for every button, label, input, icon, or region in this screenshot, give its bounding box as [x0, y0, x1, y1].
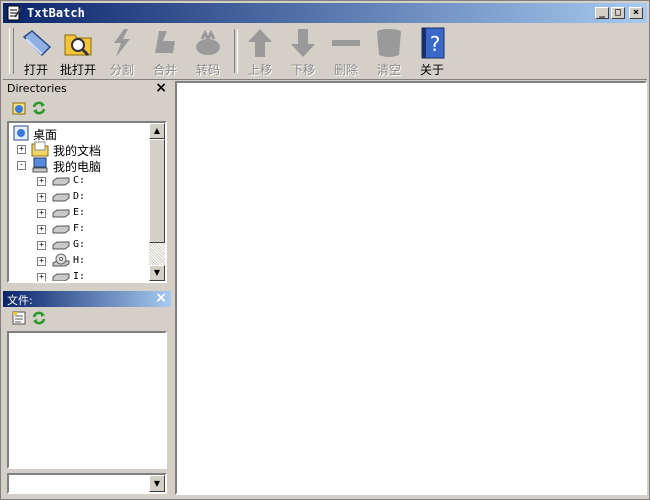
- hard-drive-icon: [52, 241, 70, 250]
- expand-icon[interactable]: +: [37, 225, 46, 234]
- tree-node-drive-d[interactable]: + D:: [11, 189, 151, 205]
- tree-label-drive-d: D:: [73, 191, 86, 202]
- tree-label-drive-e: E:: [73, 207, 86, 218]
- expand-icon[interactable]: +: [17, 145, 26, 154]
- merge-button[interactable]: 合并: [144, 25, 186, 77]
- maximize-button[interactable]: □: [611, 7, 625, 19]
- move-up-label: 上移: [247, 63, 272, 77]
- about-button[interactable]: ? 关于: [411, 25, 453, 77]
- hard-drive-icon: [52, 193, 70, 202]
- move-down-button[interactable]: 下移: [282, 25, 324, 77]
- tree-node-drive-g[interactable]: + G:: [11, 237, 151, 253]
- file-list[interactable]: [7, 331, 167, 469]
- tree-node-drive-i[interactable]: + I:: [11, 269, 151, 282]
- open-folder-icon: [22, 30, 52, 57]
- folder-icon: [31, 141, 49, 157]
- file-filter-combobox[interactable]: ▼: [7, 473, 167, 494]
- tree-node-my-computer[interactable]: - 我的电脑: [11, 157, 151, 174]
- files-toolbar: [3, 308, 171, 330]
- convert-icon: [196, 29, 220, 55]
- minimize-button[interactable]: _: [595, 7, 609, 19]
- expand-icon[interactable]: +: [37, 273, 46, 281]
- scroll-thumb[interactable]: [149, 139, 165, 243]
- tree-node-drive-h[interactable]: + H:: [11, 253, 151, 269]
- svg-text:?: ?: [430, 32, 441, 56]
- tree-label-drive-i: I:: [73, 271, 86, 282]
- tree-node-drive-c[interactable]: + C:: [11, 173, 151, 189]
- tree-label-drive-c: C:: [73, 175, 86, 186]
- split-button[interactable]: 分割: [101, 25, 143, 77]
- batch-open-icon: [64, 34, 92, 57]
- tree-label-drive-g: G:: [73, 239, 86, 250]
- clear-icon: [377, 29, 401, 57]
- expand-icon[interactable]: +: [37, 209, 46, 218]
- close-button[interactable]: ×: [629, 7, 643, 19]
- app-icon: [7, 5, 22, 21]
- expand-icon[interactable]: +: [37, 257, 46, 266]
- hard-drive-icon: [52, 225, 70, 234]
- tree-label-drive-h: H:: [73, 255, 86, 266]
- delete-button[interactable]: 删除: [325, 25, 367, 77]
- open-label: 打开: [23, 63, 48, 77]
- open-button[interactable]: 打开: [15, 25, 57, 77]
- tree-node-my-documents[interactable]: + 我的文档: [11, 141, 151, 158]
- hard-drive-icon: [52, 177, 70, 186]
- merge-icon: [155, 31, 175, 53]
- convert-button[interactable]: 转码: [187, 25, 229, 77]
- tree-node-drive-f[interactable]: + F:: [11, 221, 151, 237]
- delete-label: 删除: [333, 63, 358, 77]
- refresh-icon[interactable]: [31, 310, 47, 326]
- tree-node-drive-e[interactable]: + E:: [11, 205, 151, 221]
- cd-drive-icon: [52, 253, 70, 267]
- split-label: 分割: [109, 63, 134, 77]
- main-toolbar: 打开 批打开 分割 合并 转码 上移 下移 删除 清空 ? 关于: [3, 25, 647, 80]
- scroll-up-button[interactable]: ▲: [149, 123, 165, 139]
- hard-drive-icon: [52, 273, 70, 281]
- app-window: TxtBatch _ □ × 打开 批打开 分割 合并 转码 上移 下移 删除 …: [0, 0, 650, 500]
- tree-scrollbar[interactable]: ▲ ▼: [149, 123, 165, 281]
- window-title: TxtBatch: [27, 6, 85, 20]
- expand-icon[interactable]: +: [37, 241, 46, 250]
- arrow-down-icon: [291, 29, 315, 57]
- directories-title: Directories: [7, 82, 67, 95]
- batch-open-button[interactable]: 批打开: [57, 25, 99, 77]
- move-up-button[interactable]: 上移: [239, 25, 281, 77]
- expand-icon[interactable]: +: [37, 177, 46, 186]
- desktop-icon: [13, 125, 29, 141]
- delete-icon: [332, 40, 360, 46]
- move-down-label: 下移: [290, 63, 315, 77]
- clear-button[interactable]: 清空: [368, 25, 410, 77]
- batch-open-label: 批打开: [59, 63, 96, 77]
- files-title: 文件:: [7, 294, 33, 307]
- directories-toolbar: [3, 98, 171, 120]
- directories-pane-title: Directories ×: [3, 80, 171, 97]
- select-files-icon[interactable]: [11, 310, 27, 326]
- arrow-up-icon: [248, 29, 272, 57]
- title-bar[interactable]: TxtBatch _ □ ×: [3, 3, 647, 23]
- toolbar-grip[interactable]: [9, 28, 14, 74]
- tree-node-desktop[interactable]: 桌面: [11, 125, 151, 142]
- directories-close-icon[interactable]: ×: [155, 80, 167, 96]
- tree-label-drive-f: F:: [73, 223, 86, 234]
- dropdown-arrow-icon[interactable]: ▼: [149, 475, 165, 492]
- convert-label: 转码: [195, 63, 220, 77]
- toolbar-separator: [234, 29, 238, 73]
- hard-drive-icon: [52, 209, 70, 218]
- main-content-area[interactable]: [175, 81, 647, 495]
- files-close-icon[interactable]: ×: [155, 290, 167, 306]
- clear-label: 清空: [376, 63, 401, 77]
- directory-tree[interactable]: 桌面 + 我的文档 - 我的电脑 + C: + D: + E: + F: + G…: [7, 121, 167, 283]
- collapse-icon[interactable]: -: [17, 161, 26, 170]
- about-icon: ?: [421, 27, 445, 59]
- home-folder-icon[interactable]: [11, 100, 27, 116]
- expand-icon[interactable]: +: [37, 193, 46, 202]
- split-icon: [114, 29, 130, 57]
- files-pane-title: 文件: ×: [3, 290, 171, 307]
- merge-label: 合并: [152, 63, 177, 77]
- about-label: 关于: [419, 63, 444, 77]
- scroll-down-button[interactable]: ▼: [149, 265, 165, 281]
- refresh-icon[interactable]: [31, 100, 47, 116]
- computer-icon: [32, 157, 48, 173]
